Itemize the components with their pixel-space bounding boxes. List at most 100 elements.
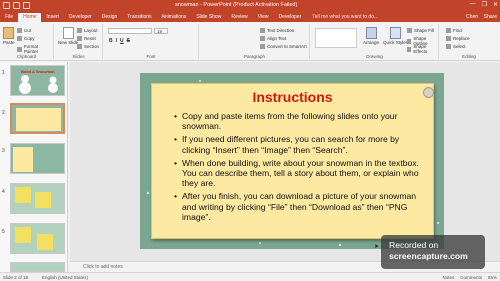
slide-thumbnail-4[interactable] [10,183,65,214]
zoom-level[interactable]: 85% [488,275,497,280]
brush-icon [17,46,22,52]
ribbon: Paste Cut Copy Format Painter Clipboard … [0,22,500,61]
slide-canvas: Instructions Copy and paste items from t… [70,62,500,261]
tab-insert[interactable]: Insert [41,13,64,22]
snowman-image [19,75,58,94]
slides-label: Slides [72,54,85,59]
shape-fill-button[interactable]: Shape Fill [407,28,434,33]
reset-button[interactable]: Reset [77,36,96,41]
find-button[interactable]: Find [446,28,462,33]
arrange-button[interactable]: Arrange [363,27,379,45]
font-label: Font [146,54,156,59]
quick-styles-button[interactable]: Quick Styles [383,27,408,45]
outline-icon [407,38,412,44]
thumb-2-card [16,108,61,131]
thumb-4-note-2 [35,192,51,208]
select-button[interactable]: Select [446,44,466,49]
italic-button[interactable]: I [116,38,117,44]
redo-icon[interactable] [23,2,30,9]
comments-toggle[interactable]: Comments [460,275,482,280]
shape-effects-button[interactable]: Shape Effects [407,44,438,54]
paragraph-label: Paragraph [243,54,265,59]
section-icon [77,44,82,49]
tab-slide-show[interactable]: Slide Show [191,13,226,22]
slide-thumbnail-6-partial[interactable] [10,262,65,272]
smartart-button[interactable]: Convert to SmartArt [260,44,307,49]
copy-button[interactable]: Copy [17,36,35,41]
language-indicator[interactable]: English (United States) [42,275,88,280]
slide-thumbnail-1[interactable]: Build A Snowman [10,65,65,96]
slide-thumbnail-3[interactable] [10,143,65,174]
slide-thumbnail-2[interactable] [10,103,65,134]
quick-styles-icon [390,27,401,39]
smartart-icon [260,44,265,49]
shapes-gallery[interactable] [315,28,357,48]
thumb-3-card [13,147,33,172]
tab-transitions[interactable]: Transitions [122,13,156,22]
tab-animations[interactable]: Animations [157,13,192,22]
thumb-number-4: 4 [2,189,5,195]
minimize-button[interactable]: — [470,1,476,8]
undo-icon[interactable] [13,2,20,9]
replace-icon [446,36,451,41]
layout-button[interactable]: Layout [77,28,98,33]
underline-button[interactable]: U [120,38,124,44]
format-painter-button[interactable]: Format Painter [17,44,53,54]
thumb-number-3: 3 [2,148,5,154]
ribbon-tabs: File Home Insert Developer Design Transi… [0,12,500,22]
font-size-input[interactable]: 18 [154,28,168,34]
tab-developer-2[interactable]: Developer [273,13,306,22]
clipboard-label: Clipboard [16,54,37,59]
instruction-bullet-4: After you finish, you can download a pic… [174,191,426,222]
arrange-icon [365,27,377,39]
replace-button[interactable]: Replace [446,36,470,41]
tab-review[interactable]: Review [226,13,252,22]
fill-icon [407,28,412,33]
tab-developer[interactable]: Developer [64,13,97,22]
section-button[interactable]: Section [77,44,99,49]
save-icon[interactable] [3,2,10,9]
instructions-card[interactable]: Instructions Copy and paste items from t… [151,83,434,239]
instructions-list: Copy and paste items from the following … [174,111,426,225]
drawing-group: Arrange Quick Styles Shape Fill Shape Ou… [311,24,439,59]
slide-thumbnail-5[interactable] [10,223,65,254]
tab-home[interactable]: Home [18,13,42,22]
font-format-row: B I U S [109,38,130,44]
tab-view[interactable]: View [253,13,274,22]
text-direction-icon [260,28,265,33]
font-group: 18 B I U S Font [104,24,199,59]
drawing-label: Drawing [366,54,383,59]
quick-access-toolbar [3,2,30,9]
cut-button[interactable]: Cut [17,28,31,33]
tell-me-search[interactable]: Tell me what you want to do... [312,14,378,22]
thumb-5-note [15,227,31,243]
status-controls: Notes Comments 85% [442,275,497,280]
paste-icon [3,27,15,39]
tab-file[interactable]: File [0,13,18,22]
instruction-bullet-1: Copy and paste items from the following … [174,111,426,131]
font-name-input[interactable] [108,28,152,34]
watermark-line-1: Recorded on [389,240,439,250]
share-button[interactable]: Share [484,14,497,20]
bold-button[interactable]: B [109,38,113,44]
clipboard-group: Paste Cut Copy Format Painter Clipboard [0,24,54,59]
new-slide-icon [62,27,74,39]
effects-icon [407,46,412,52]
title-bar: snowman - PowerPoint (Product Activation… [0,0,500,12]
user-name[interactable]: Chen [466,14,478,20]
strikethrough-button[interactable]: S [127,38,130,44]
close-button[interactable]: ✕ [493,1,498,8]
new-slide-button[interactable]: New Slide [58,27,78,45]
find-icon [446,28,451,33]
notes-toggle[interactable]: Notes [442,275,454,280]
scissors-icon [17,28,22,33]
tab-design[interactable]: Design [97,13,123,22]
status-bar: Slide 2 of 18 English (United States) No… [0,272,500,281]
align-text-button[interactable]: Align Text [260,36,286,41]
editing-group: Find Replace Select Editing [440,24,498,59]
maximize-button[interactable]: ❐ [482,1,487,8]
paste-button[interactable]: Paste [3,27,15,45]
snowman-sticker-icon[interactable] [423,87,434,98]
text-direction-button[interactable]: Text Direction [260,28,294,33]
current-slide[interactable]: Instructions Copy and paste items from t… [140,73,444,249]
